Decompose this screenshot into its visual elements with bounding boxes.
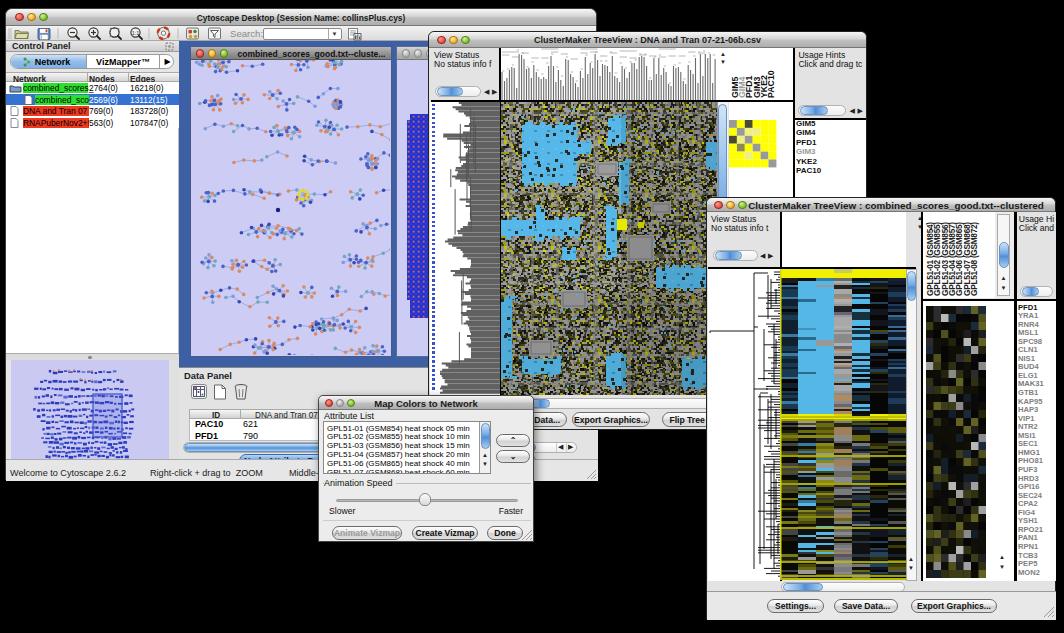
svg-text:1:1: 1:1	[132, 30, 140, 36]
